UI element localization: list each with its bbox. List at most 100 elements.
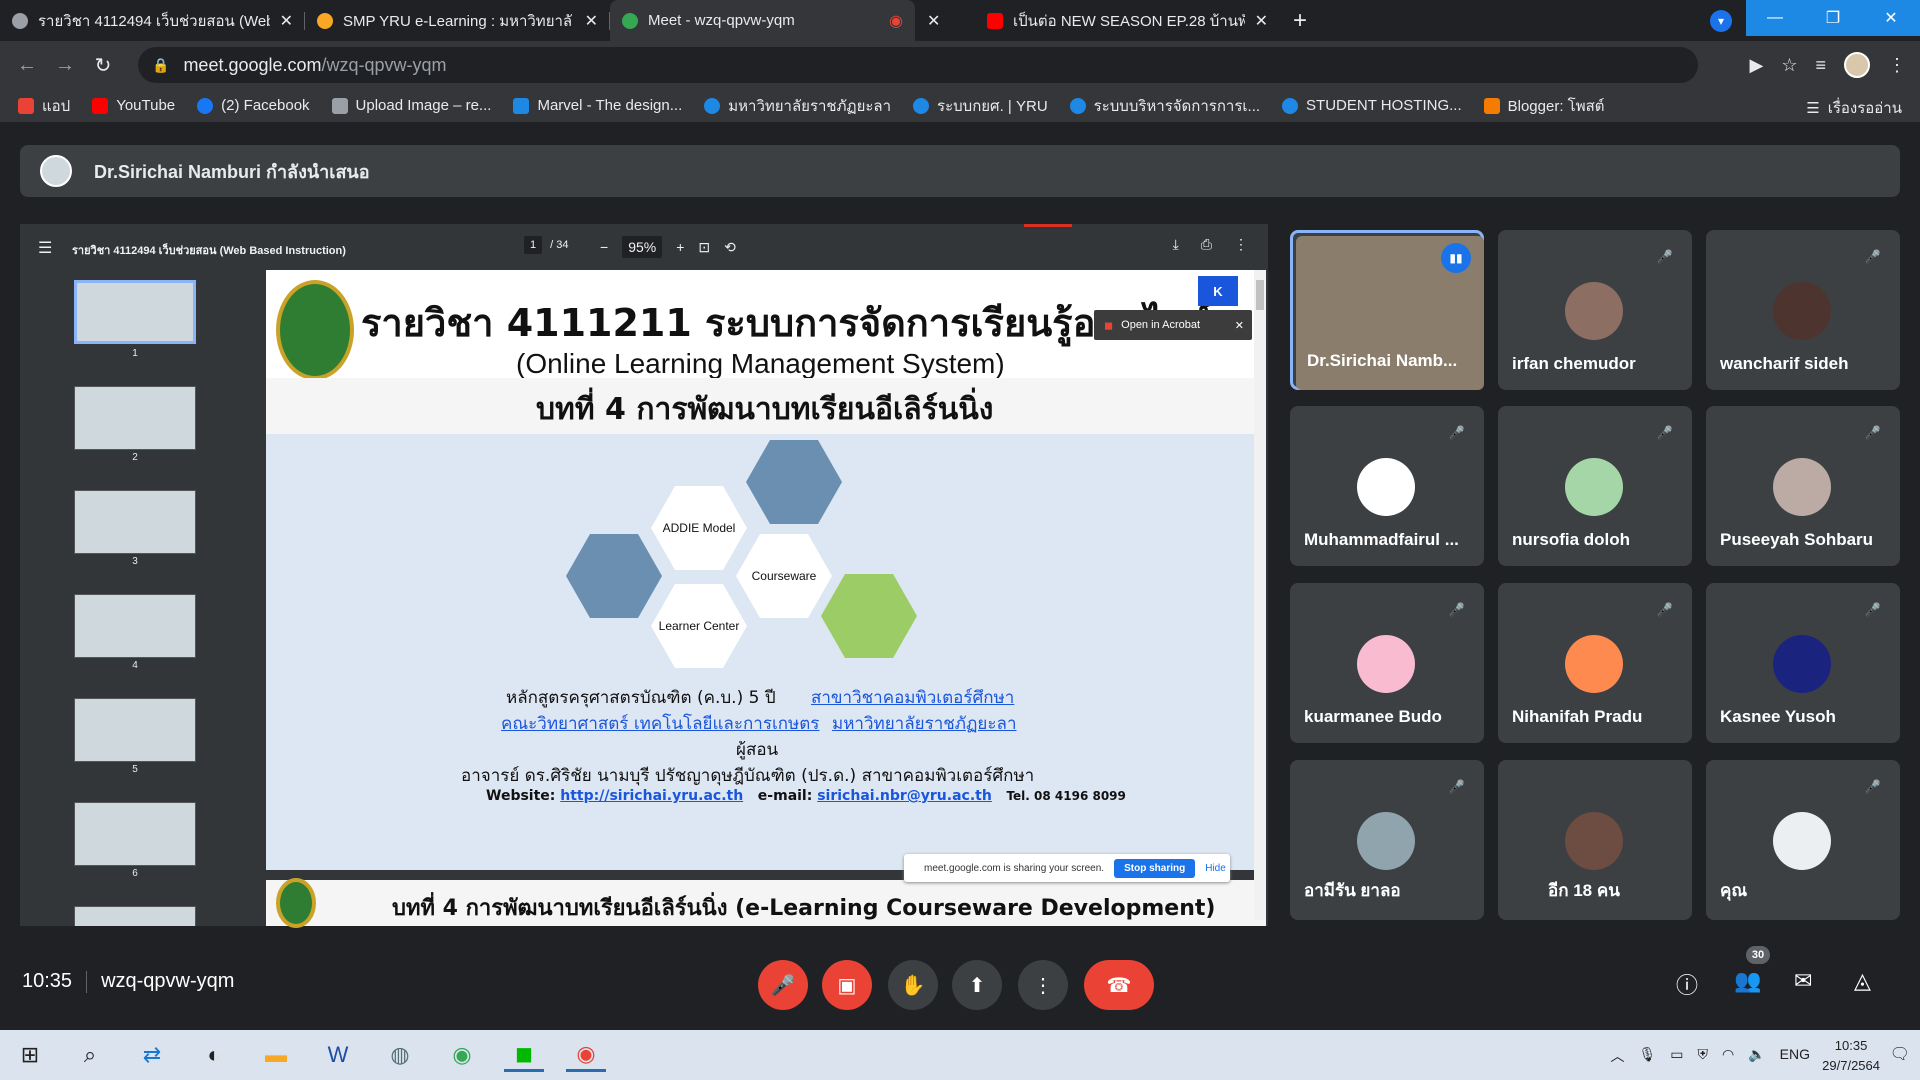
zoom-level[interactable]: 95% — [622, 236, 663, 258]
people-icon[interactable]: 👥 — [1734, 968, 1761, 994]
star-icon[interactable]: ☆ — [1781, 55, 1797, 76]
participant-tile[interactable]: 🎤 อามีรัน ยาลอ — [1290, 760, 1484, 920]
close-icon[interactable]: ✕ — [280, 11, 293, 31]
file-explorer-icon[interactable]: ▬ — [256, 1038, 296, 1072]
word-icon[interactable]: W — [318, 1038, 358, 1072]
download-icon[interactable]: ⤓ — [1173, 236, 1179, 253]
forward-icon[interactable]: → — [46, 46, 84, 84]
zoom-in-icon[interactable]: + — [676, 239, 684, 255]
tab-youtube[interactable]: เป็นต่อ NEW SEASON EP.28 บ้านพั ✕ — [975, 0, 1280, 41]
back-icon[interactable]: ← — [8, 46, 46, 84]
stop-sharing-button[interactable]: Stop sharing — [1114, 858, 1196, 878]
camera-icon[interactable]: ▶ — [1750, 55, 1764, 76]
tab-meet[interactable]: Meet - wzq-qpvw-yqm ◉ — [610, 0, 915, 41]
microphone-icon[interactable]: 🎙 — [1638, 1046, 1656, 1066]
participant-tile[interactable]: 🎤 Puseeyah Sohbaru — [1706, 406, 1900, 566]
bookmark-hosting[interactable]: STUDENT HOSTING... — [1282, 97, 1462, 114]
profile-avatar[interactable] — [1844, 52, 1870, 78]
participant-tile[interactable]: 🎤 irfan chemudor — [1498, 230, 1692, 390]
participant-tile[interactable]: 🎤 Nihanifah Pradu — [1498, 583, 1692, 743]
page-thumbnail[interactable] — [74, 490, 196, 554]
camera-off-button[interactable]: ▣ — [822, 960, 872, 1010]
present-button[interactable]: ⬆ — [952, 960, 1002, 1010]
fit-page-icon[interactable]: ⊡ — [698, 239, 710, 256]
restore-button[interactable]: ❐ — [1804, 0, 1862, 36]
page-thumbnail[interactable] — [74, 386, 196, 450]
k-badge[interactable]: K — [1198, 276, 1238, 306]
chrome-icon[interactable]: ◉ — [566, 1038, 606, 1072]
media-icon[interactable]: ◐ — [194, 1038, 234, 1072]
close-icon[interactable]: ✕ — [585, 11, 598, 31]
page-thumbnail[interactable] — [74, 698, 196, 762]
search-icon[interactable]: ⌕ — [70, 1038, 110, 1072]
activities-icon[interactable]: ◬ — [1854, 968, 1871, 994]
chevron-up-icon[interactable]: ︿ — [1610, 1046, 1624, 1066]
scrollbar-thumb[interactable] — [1256, 280, 1264, 310]
bookmark-yru[interactable]: มหาวิทยาลัยราชภัฏยะลา — [704, 94, 891, 118]
volume-icon[interactable]: 🔈 — [1748, 1046, 1765, 1066]
chat-icon[interactable]: ✉ — [1794, 968, 1812, 994]
bookmark-admin[interactable]: ระบบบริหารจัดการการเ... — [1069, 94, 1260, 118]
minimize-button[interactable]: — — [1746, 0, 1804, 36]
reload-icon[interactable]: ↻ — [84, 46, 122, 84]
email-link[interactable]: sirichai.nbr@yru.ac.th — [817, 788, 992, 804]
bookmark-apps[interactable]: แอป — [18, 94, 70, 118]
participant-tile[interactable]: 🎤 nursofia doloh — [1498, 406, 1692, 566]
page-thumbnail[interactable] — [74, 906, 196, 926]
tab-meet-close[interactable]: ✕ — [915, 0, 975, 41]
more-menu-icon[interactable]: ⋮ — [1888, 55, 1906, 76]
chrome-icon[interactable]: ◉ — [442, 1038, 482, 1072]
page-input[interactable]: 1 — [524, 236, 543, 254]
participant-tile[interactable]: 🎤 kuarmanee Budo — [1290, 583, 1484, 743]
bookmark-upload[interactable]: Upload Image – re... — [331, 97, 491, 114]
more-options-button[interactable]: ⋮ — [1018, 960, 1068, 1010]
rotate-icon[interactable]: ⟲ — [724, 239, 736, 256]
new-tab-button[interactable]: + — [1280, 0, 1320, 41]
more-icon[interactable]: ⋮ — [1234, 236, 1248, 253]
reading-list[interactable]: ☰ เรื่องรออ่าน — [1806, 96, 1902, 120]
bookmark-marvel[interactable]: Marvel - The design... — [513, 97, 682, 114]
close-icon[interactable]: ✕ — [927, 11, 940, 31]
globe-icon[interactable]: ◍ — [380, 1038, 420, 1072]
hamburger-icon[interactable]: ☰ — [38, 238, 52, 258]
lock-icon[interactable]: 🔒 — [152, 57, 169, 74]
close-icon[interactable]: ✕ — [1235, 319, 1244, 332]
print-icon[interactable]: ⎙ — [1201, 236, 1212, 253]
participant-tile[interactable]: 🎤 wancharif sideh — [1706, 230, 1900, 390]
university-link[interactable]: มหาวิทยาลัยราชภัฏยะลา — [832, 710, 1017, 737]
tab-search-icon[interactable]: ▾ — [1710, 10, 1732, 32]
leave-call-button[interactable]: ☎ — [1084, 960, 1154, 1010]
line-icon[interactable]: ◼ — [504, 1038, 544, 1072]
open-in-acrobat-button[interactable]: ◼ Open in Acrobat ✕ — [1094, 310, 1252, 340]
raise-hand-button[interactable]: ✋ — [888, 960, 938, 1010]
system-clock[interactable]: 10:35 29/7/2564 — [1822, 1036, 1880, 1076]
security-icon[interactable]: ⛨ — [1698, 1046, 1709, 1066]
faculty-link[interactable]: คณะวิทยาศาสตร์ เทคโนโลยีและการเกษตร — [501, 710, 819, 737]
battery-icon[interactable]: ▭ — [1670, 1046, 1683, 1066]
mic-off-button[interactable]: 🎤 — [758, 960, 808, 1010]
close-window-button[interactable]: ✕ — [1862, 0, 1920, 36]
address-bar[interactable]: 🔒 meet.google.com/wzq-qpvw-yqm — [138, 47, 1698, 83]
page-thumbnail[interactable] — [74, 280, 196, 344]
participant-tile[interactable]: 🎤 คุณ — [1706, 760, 1900, 920]
zoom-out-icon[interactable]: − — [600, 239, 608, 255]
tab-smp[interactable]: SMP YRU e-Learning : มหาวิทยาลั ✕ — [305, 0, 610, 41]
close-icon[interactable]: ✕ — [1255, 11, 1268, 31]
bookmark-blogger[interactable]: Blogger: โพสต์ — [1483, 94, 1605, 118]
participant-tile[interactable]: อีก 18 คน — [1498, 760, 1692, 920]
website-link[interactable]: http://sirichai.yru.ac.th — [560, 788, 743, 804]
page-thumbnail[interactable] — [74, 594, 196, 658]
participant-tile[interactable]: ▮▮ Dr.Sirichai Namb... — [1290, 230, 1484, 390]
program-link[interactable]: สาขาวิชาคอมพิวเตอร์ศึกษา — [811, 684, 1014, 711]
participant-tile[interactable]: 🎤 Muhammadfairul ... — [1290, 406, 1484, 566]
hide-button[interactable]: Hide — [1205, 863, 1226, 874]
page-thumbnail[interactable] — [74, 802, 196, 866]
teamviewer-icon[interactable]: ⇄ — [132, 1038, 172, 1072]
notification-icon[interactable]: 🗨 — [1890, 1044, 1910, 1064]
windows-start-icon[interactable]: ⊞ — [10, 1038, 50, 1072]
wifi-icon[interactable]: ◠ — [1722, 1046, 1734, 1066]
media-control-icon[interactable]: ≡ — [1815, 55, 1826, 76]
bookmark-facebook[interactable]: (2) Facebook — [197, 97, 310, 114]
bookmark-youtube[interactable]: YouTube — [92, 97, 175, 114]
scrollbar[interactable] — [1254, 270, 1266, 920]
